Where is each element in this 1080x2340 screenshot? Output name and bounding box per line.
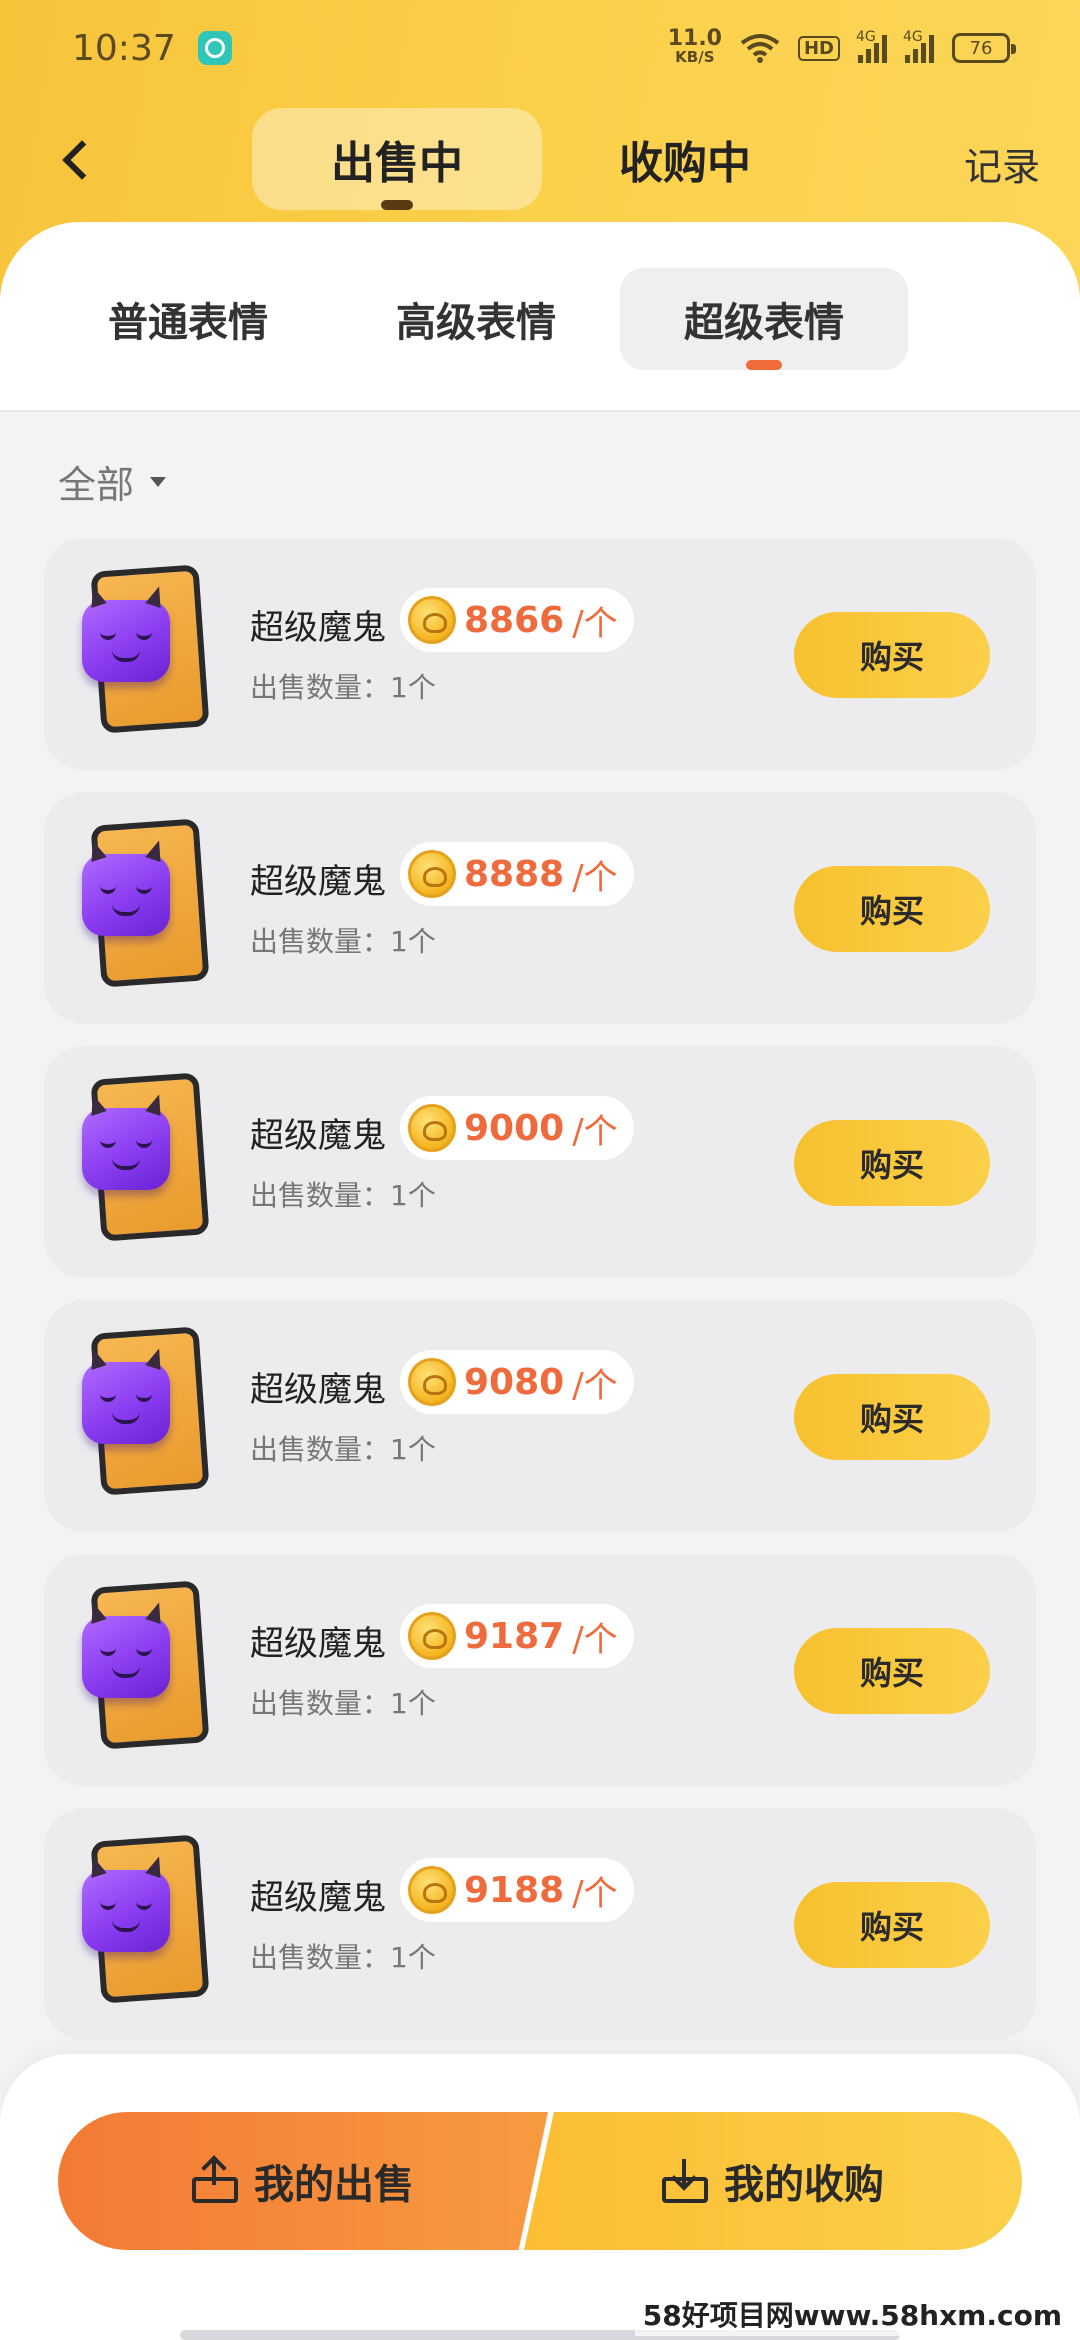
box-upload-icon [192,2155,238,2203]
network-speed: 11.0 KB/S [667,26,722,67]
price-unit: /个 [572,1873,618,1914]
list-item: 超级魔鬼 9187/个 出售数量：1个 购买 [44,1554,1036,1786]
tab-selling[interactable]: 出售中 [252,108,542,210]
subtab-active-indicator [746,360,782,370]
item-quantity: 出售数量：1个 [250,1433,436,1466]
list-item: 超级魔鬼 9000/个 出售数量：1个 购买 [44,1046,1036,1278]
hd-voice-icon: HD [797,35,840,61]
subtab-normal-label: 普通表情 [108,300,268,346]
coin-icon [408,1358,456,1406]
item-name: 超级魔鬼 [250,862,386,902]
buy-button[interactable]: 购买 [794,612,990,698]
super-devil-sticker-image [82,1580,212,1754]
caret-down-icon [150,476,167,487]
my-sales-label: 我的出售 [254,2162,414,2208]
subtab-super[interactable]: 超级表情 [620,268,908,370]
battery-icon: 76 [952,33,1016,63]
price-unit: /个 [572,857,618,898]
record-link[interactable]: 记录 [964,136,1040,191]
buy-button[interactable]: 购买 [794,1374,990,1460]
buy-button[interactable]: 购买 [794,1120,990,1206]
price-unit: /个 [572,1619,618,1660]
price-value: 9188 [464,1869,565,1911]
price-tag: 9080/个 [400,1350,634,1414]
coin-icon [408,1866,456,1914]
filter-dropdown[interactable]: 全部 [58,454,167,509]
price-tag: 8888/个 [400,842,634,906]
buy-button[interactable]: 购买 [794,1628,990,1714]
category-tabs: 普通表情 高级表情 超级表情 [0,222,1080,412]
super-devil-sticker-image [82,564,212,738]
my-purchases-label: 我的收购 [724,2162,884,2208]
signal-2-icon: 4G [903,29,934,63]
super-devil-sticker-image [82,818,212,992]
super-devil-sticker-image [82,1072,212,1246]
price-tag: 9000/个 [400,1096,634,1160]
subtab-advanced-label: 高级表情 [396,300,556,346]
content-panel: 普通表情 高级表情 超级表情 全部 超级魔鬼 8866/个 出售数量：1个 购买 [0,222,1080,2340]
listing-list: 超级魔鬼 8866/个 出售数量：1个 购买 超级魔鬼 8888/个 出售数量：… [44,538,1036,2062]
item-name: 超级魔鬼 [250,608,386,648]
price-value: 9000 [464,1107,565,1149]
price-value: 8888 [464,853,565,895]
item-name: 超级魔鬼 [250,1116,386,1156]
signal-1-icon: 4G [856,29,887,63]
box-download-icon [662,2159,708,2203]
item-quantity: 出售数量：1个 [250,1179,436,1212]
signal-2-label: 4G [903,29,923,45]
coin-icon [408,596,456,644]
network-speed-value: 11.0 [667,26,722,51]
list-item: 超级魔鬼 9080/个 出售数量：1个 购买 [44,1300,1036,1532]
my-purchases-button[interactable]: 我的收购 [524,2112,1022,2250]
price-tag: 9188/个 [400,1858,634,1922]
tab-buying[interactable]: 收购中 [540,108,830,210]
price-value: 9187 [464,1615,565,1657]
tab-buying-label: 收购中 [619,138,751,189]
item-quantity: 出售数量：1个 [250,671,436,704]
buy-button[interactable]: 购买 [794,1882,990,1968]
coin-icon [408,850,456,898]
buy-button[interactable]: 购买 [794,866,990,952]
network-speed-unit: KB/S [675,48,715,66]
notification-app-icon [197,31,232,65]
price-unit: /个 [572,1111,618,1152]
filter-label: 全部 [58,463,135,507]
item-name: 超级魔鬼 [250,1878,386,1918]
list-item: 超级魔鬼 8888/个 出售数量：1个 购买 [44,792,1036,1024]
back-icon[interactable] [58,140,98,180]
item-name: 超级魔鬼 [250,1370,386,1410]
tab-selling-label: 出售中 [331,138,463,189]
price-tag: 8866/个 [400,588,634,652]
list-item: 超级魔鬼 9188/个 出售数量：1个 购买 [44,1808,1036,2040]
status-icons: 11.0 KB/S HD 4G 4G 76 [667,26,1016,67]
item-quantity: 出售数量：1个 [250,1687,436,1720]
item-quantity: 出售数量：1个 [250,925,436,958]
price-unit: /个 [572,1365,618,1406]
price-unit: /个 [572,603,618,644]
wifi-icon [740,34,780,63]
subtab-super-label: 超级表情 [684,300,844,346]
item-quantity: 出售数量：1个 [250,1941,436,1974]
super-devil-sticker-image [82,1834,212,2008]
list-item: 超级魔鬼 8866/个 出售数量：1个 购买 [44,538,1036,770]
price-tag: 9187/个 [400,1604,634,1668]
price-value: 9080 [464,1361,565,1403]
my-sales-button[interactable]: 我的出售 [58,2112,548,2250]
status-time: 10:37 [72,27,176,69]
status-bar: 10:37 11.0 KB/S HD 4G 4G 76 [0,0,1080,96]
tab-active-indicator [381,200,413,210]
item-name: 超级魔鬼 [250,1624,386,1664]
price-value: 8866 [464,599,565,641]
super-devil-sticker-image [82,1326,212,1500]
subtab-advanced[interactable]: 高级表情 [332,268,620,370]
coin-icon [408,1612,456,1660]
subtab-normal[interactable]: 普通表情 [44,268,332,370]
watermark: 58好项目网www.58hxm.com [634,2292,1070,2336]
coin-icon [408,1104,456,1152]
signal-1-label: 4G [856,29,876,45]
